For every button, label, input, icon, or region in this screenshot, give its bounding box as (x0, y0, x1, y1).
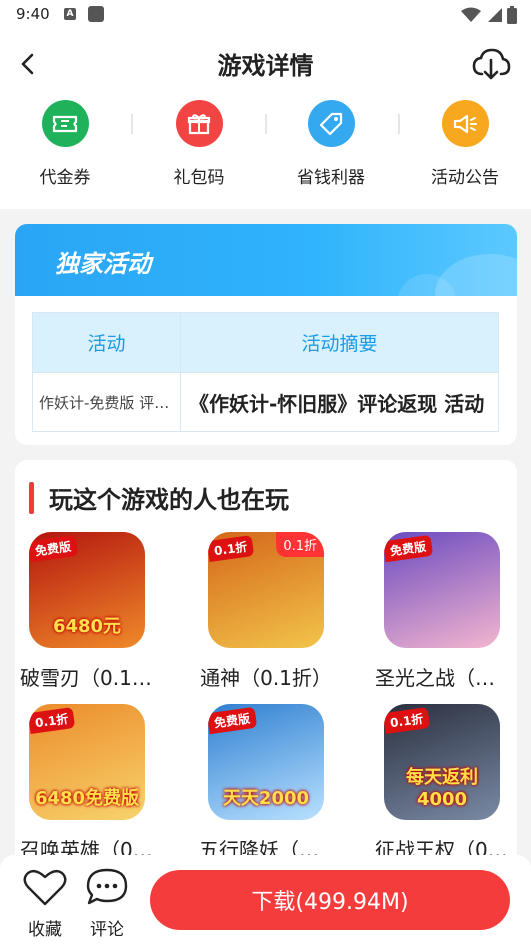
game-card[interactable]: 0.1折 6480免费版 召唤英雄（0.1折） (15, 704, 162, 863)
quick-action-money-saver[interactable]: 省钱利器 (276, 100, 386, 188)
activity-name: 作妖计-免费版 评论返现 (39, 393, 174, 412)
divider (265, 114, 267, 134)
header: 游戏详情 (0, 30, 531, 98)
divider (398, 114, 400, 134)
discount-badge: 0.1折 (276, 532, 324, 557)
game-icon-text: 每天返利4000 (406, 767, 478, 810)
heart-icon (23, 869, 67, 906)
game-tag: 0.1折 (29, 706, 76, 735)
status-indicators (461, 6, 517, 24)
comment-button[interactable]: 评论 (80, 867, 134, 940)
game-icon: 免费版 6480元 (29, 532, 145, 648)
quick-action-label: 礼包码 (173, 168, 225, 188)
game-tag: 免费版 (29, 534, 79, 563)
game-tag: 免费版 (384, 534, 434, 563)
exclusive-banner: 独家活动 (15, 224, 517, 296)
game-name: 通神（0.1折） (200, 666, 332, 690)
exclusive-activities-card: 独家活动 活动 活动摘要 作妖计-免费版 评论返现 《作妖计-怀旧服》评论返现 … (15, 224, 517, 445)
game-icon: 免费版 天天2000 (208, 704, 324, 820)
wifi-icon (461, 7, 481, 22)
favorite-label: 收藏 (28, 920, 62, 940)
activity-name-cell: 作妖计-免费版 评论返现 (33, 373, 181, 431)
gift-icon (175, 100, 223, 147)
status-bar: 9:40 A (0, 0, 531, 30)
table-row[interactable]: 作妖计-免费版 评论返现 《作妖计-怀旧服》评论返现 活动 (33, 372, 498, 431)
game-icon-text: 6480元 (52, 616, 122, 637)
favorite-button[interactable]: 收藏 (18, 867, 72, 940)
game-tag: 免费版 (208, 706, 258, 735)
game-name: 破雪刃（0.1折） (20, 666, 162, 690)
banner-title: 独家活动 (55, 250, 151, 278)
quick-action-label: 代金券 (39, 168, 91, 188)
quick-actions: 代金券 礼包码 省钱利器 活动公告 (0, 98, 531, 209)
signal-icon (488, 8, 502, 22)
price-tag-icon (307, 100, 355, 147)
game-icon-text: 天天2000 (222, 788, 310, 809)
app-notification-icon (88, 6, 104, 22)
quick-action-label: 活动公告 (431, 168, 499, 188)
activity-summary: 《作妖计-怀旧服》评论返现 活动 (189, 391, 485, 416)
page-title: 游戏详情 (217, 52, 314, 80)
game-icon-text: 6480免费版 (34, 788, 140, 809)
status-time: 9:40 (16, 5, 50, 23)
quick-action-label: 省钱利器 (297, 168, 365, 188)
game-card[interactable]: 免费版 天天2000 五行降妖（免费版） (191, 704, 341, 863)
section-title: 玩这个游戏的人也在玩 (49, 486, 289, 514)
activity-summary-cell: 《作妖计-怀旧服》评论返现 活动 (181, 373, 498, 431)
notification-icon: A (64, 8, 76, 20)
related-games-card: 玩这个游戏的人也在玩 免费版 6480元 破雪刃（0.1折） 0.1折 0.1折… (15, 460, 517, 880)
divider (131, 114, 133, 134)
section-accent-bar (29, 482, 34, 514)
game-tag: 0.1折 (384, 706, 431, 735)
battery-icon (507, 6, 517, 24)
megaphone-icon (441, 100, 489, 147)
ticket-icon (41, 100, 89, 147)
game-icon: 0.1折 6480免费版 (29, 704, 145, 820)
game-icon: 0.1折 0.1折 (208, 532, 324, 648)
chat-bubble-icon (86, 868, 128, 905)
quick-action-gift-code[interactable]: 礼包码 (144, 100, 254, 188)
table-header: 活动 活动摘要 (33, 313, 498, 372)
activities-table: 活动 活动摘要 作妖计-免费版 评论返现 《作妖计-怀旧服》评论返现 活动 (32, 312, 499, 432)
game-icon: 0.1折 每天返利4000 (384, 704, 500, 820)
comment-label: 评论 (90, 920, 124, 940)
cloud-download-icon[interactable] (471, 46, 511, 82)
game-name: 圣光之战（免费版） (375, 666, 517, 690)
download-button[interactable]: 下载(499.94M) (150, 870, 510, 930)
column-header-activity: 活动 (33, 313, 181, 372)
game-card[interactable]: 免费版 6480元 破雪刃（0.1折） (15, 532, 162, 691)
game-tag: 0.1折 (208, 534, 255, 563)
game-icon: 免费版 (384, 532, 500, 648)
game-card[interactable]: 0.1折 每天返利4000 征战王权（0.1折） (367, 704, 517, 863)
quick-action-voucher[interactable]: 代金券 (10, 100, 120, 188)
column-header-summary: 活动摘要 (301, 333, 378, 355)
quick-action-announcements[interactable]: 活动公告 (410, 100, 520, 188)
game-card[interactable]: 免费版 圣光之战（免费版） (367, 532, 517, 691)
bottom-action-bar: 收藏 评论 下载(499.94M) (0, 855, 531, 945)
game-card[interactable]: 0.1折 0.1折 通神（0.1折） (191, 532, 341, 691)
